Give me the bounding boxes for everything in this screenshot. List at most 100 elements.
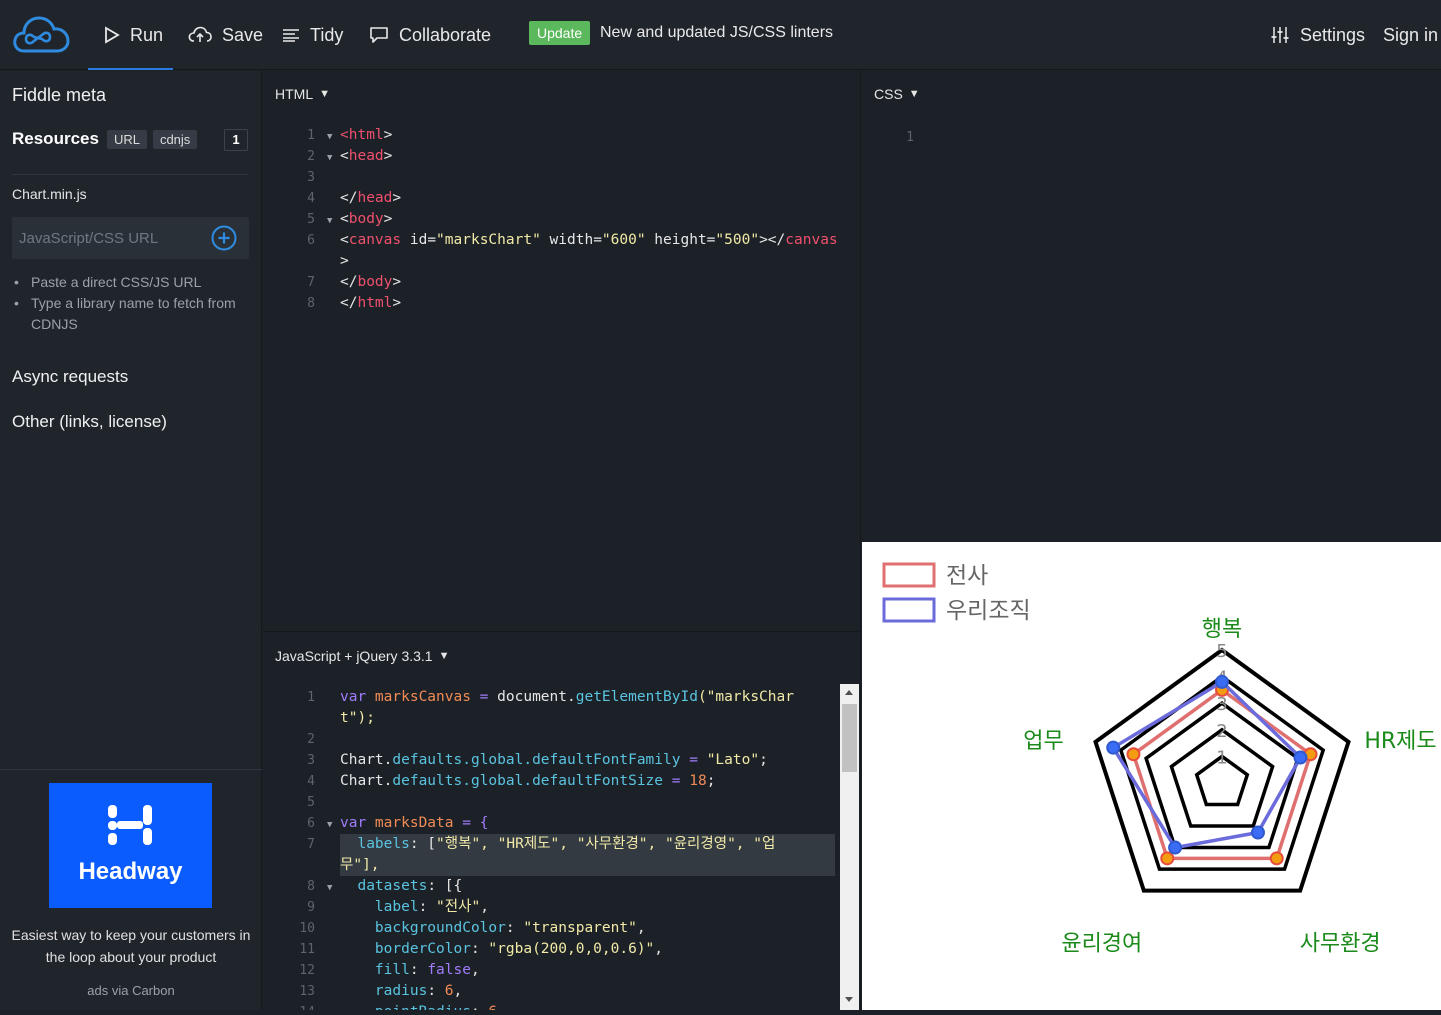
result-pane: 12345행복HR제도사무환경윤리경여업무전사우리조직 bbox=[862, 542, 1441, 1010]
fold-toggle-icon[interactable]: ▼ bbox=[327, 148, 332, 169]
other-links-link[interactable]: Other (links, license) bbox=[12, 412, 167, 432]
save-button[interactable]: Save bbox=[188, 0, 263, 70]
code-token: > bbox=[392, 190, 402, 206]
code-token: ></ bbox=[759, 232, 786, 248]
code-token: body bbox=[357, 274, 393, 290]
ad-text[interactable]: Easiest way to keep your customers in th… bbox=[8, 924, 254, 968]
js-pane-header[interactable]: JavaScript + jQuery 3.3.1 ▼ bbox=[275, 648, 449, 664]
jsfiddle-logo[interactable] bbox=[12, 13, 70, 55]
tidy-button[interactable]: Tidy bbox=[282, 0, 343, 70]
radar-data-point bbox=[1250, 825, 1265, 840]
add-resource-icon[interactable] bbox=[211, 225, 237, 251]
collaborate-button[interactable]: Collaborate bbox=[369, 0, 491, 70]
run-button[interactable]: Run bbox=[104, 0, 163, 70]
css-code-editor[interactable]: 1 bbox=[862, 127, 1441, 527]
line-number: 13 bbox=[299, 984, 315, 999]
ad-via-link[interactable]: ads via Carbon bbox=[0, 983, 262, 998]
fold-toggle-icon[interactable]: ▼ bbox=[327, 127, 332, 148]
save-label: Save bbox=[222, 24, 264, 45]
resource-item[interactable]: Chart.min.js bbox=[12, 186, 87, 202]
code-token: head bbox=[348, 148, 384, 164]
radar-chart: 12345행복HR제도사무환경윤리경여업무전사우리조직 bbox=[882, 562, 1437, 957]
radar-tick-label: 1 bbox=[1216, 747, 1227, 768]
update-announcement[interactable]: New and updated JS/CSS linters bbox=[600, 24, 833, 42]
code-line: Chart.defaults.global.defaultFontFamily … bbox=[340, 750, 768, 771]
code-token: "transparent" bbox=[523, 920, 637, 936]
code-token: document. bbox=[497, 689, 576, 705]
code-token: "Lato" bbox=[706, 752, 760, 768]
async-requests-link[interactable]: Async requests bbox=[12, 367, 128, 387]
line-number: 12 bbox=[299, 963, 315, 978]
radar-data-point bbox=[1168, 840, 1183, 855]
fold-toggle-icon[interactable]: ▼ bbox=[327, 878, 332, 899]
top-bar: Run Save Tidy Collaborate Update New and… bbox=[0, 0, 1441, 70]
code-line: <canvas id="marksChart" width="600" heig… bbox=[340, 230, 838, 251]
scroll-down-icon[interactable] bbox=[845, 997, 853, 1002]
caret-down-icon: ▼ bbox=[908, 88, 920, 100]
radar-data-point bbox=[1215, 674, 1229, 689]
fold-toggle-icon[interactable]: ▼ bbox=[327, 211, 332, 232]
cloud-upload-icon bbox=[188, 26, 212, 42]
code-token: labels bbox=[340, 836, 410, 852]
resource-url-input[interactable] bbox=[19, 217, 204, 259]
code-token: < bbox=[340, 127, 349, 143]
code-token: : bbox=[409, 962, 428, 978]
divider bbox=[12, 174, 248, 175]
code-line: backgroundColor: "transparent", bbox=[340, 918, 646, 939]
line-number: 3 bbox=[307, 753, 315, 768]
scroll-up-icon[interactable] bbox=[845, 690, 853, 695]
html-pane-header[interactable]: HTML ▼ bbox=[275, 86, 330, 102]
code-token: label bbox=[340, 899, 419, 915]
cdnjs-tag[interactable]: cdnjs bbox=[152, 129, 198, 149]
settings-button[interactable]: Settings bbox=[1270, 0, 1365, 70]
code-token: "행복", "HR제도", "사무환경", "윤리경영", "업 bbox=[436, 836, 776, 852]
radar-data-point bbox=[1269, 851, 1284, 866]
run-active-indicator bbox=[88, 68, 173, 70]
line-number: 1 bbox=[307, 690, 315, 705]
legend-label: 전사 bbox=[946, 563, 988, 589]
code-token: = bbox=[470, 689, 498, 705]
url-tag[interactable]: URL bbox=[106, 129, 147, 149]
headway-logo-icon bbox=[108, 805, 152, 845]
code-token: body bbox=[348, 211, 384, 227]
code-token: "marksChart" bbox=[436, 232, 541, 248]
html-pane-title: HTML bbox=[275, 86, 314, 102]
radar-tick-label: 3 bbox=[1216, 694, 1227, 715]
code-line: datasets: [{ bbox=[340, 876, 462, 897]
sliders-icon bbox=[1271, 27, 1289, 43]
code-line: var marksData = { bbox=[340, 813, 488, 834]
line-number: 8 bbox=[307, 296, 315, 311]
code-line: </head> bbox=[340, 188, 401, 209]
ad-brand-name: Headway bbox=[78, 858, 183, 885]
code-token: : bbox=[427, 983, 445, 999]
update-badge[interactable]: Update bbox=[529, 21, 591, 45]
html-code-editor[interactable]: 1 ▼ <html> 2 ▼ <head> 3 4 </head> 5 ▼ <body> 6 <canva… bbox=[263, 125, 861, 615]
js-scrollbar[interactable] bbox=[840, 684, 859, 1010]
resources-header: Resources URL cdnjs bbox=[12, 129, 198, 149]
code-token: marksData bbox=[374, 815, 454, 831]
code-token: , bbox=[453, 983, 463, 999]
code-token: var bbox=[340, 815, 375, 831]
code-token: html bbox=[348, 127, 384, 143]
sign-in-link[interactable]: Sign in bbox=[1383, 0, 1438, 70]
collaborate-label: Collaborate bbox=[399, 24, 492, 45]
line-number: 7 bbox=[307, 275, 315, 290]
resources-title[interactable]: Resources bbox=[12, 129, 99, 149]
code-token: , bbox=[480, 899, 489, 915]
code-token: 18 bbox=[689, 773, 707, 789]
code-token: , bbox=[636, 920, 646, 936]
line-number: 7 bbox=[307, 837, 315, 852]
code-line: > bbox=[340, 251, 349, 272]
line-number: 1 bbox=[906, 130, 914, 145]
fiddle-meta-link[interactable]: Fiddle meta bbox=[12, 85, 106, 106]
fold-toggle-icon[interactable]: ▼ bbox=[327, 815, 332, 836]
css-pane-header[interactable]: CSS ▼ bbox=[874, 86, 920, 102]
js-code-editor[interactable]: 1 var marksCanvas = document.getElementBy… bbox=[263, 687, 839, 1010]
code-token: fill bbox=[340, 962, 410, 978]
code-token: var bbox=[340, 689, 375, 705]
code-line: label: "전사", bbox=[340, 897, 489, 918]
code-line: t"); bbox=[340, 708, 375, 729]
scroll-thumb[interactable] bbox=[842, 704, 857, 772]
run-label: Run bbox=[130, 24, 164, 45]
ad-banner[interactable]: Headway bbox=[49, 783, 212, 908]
